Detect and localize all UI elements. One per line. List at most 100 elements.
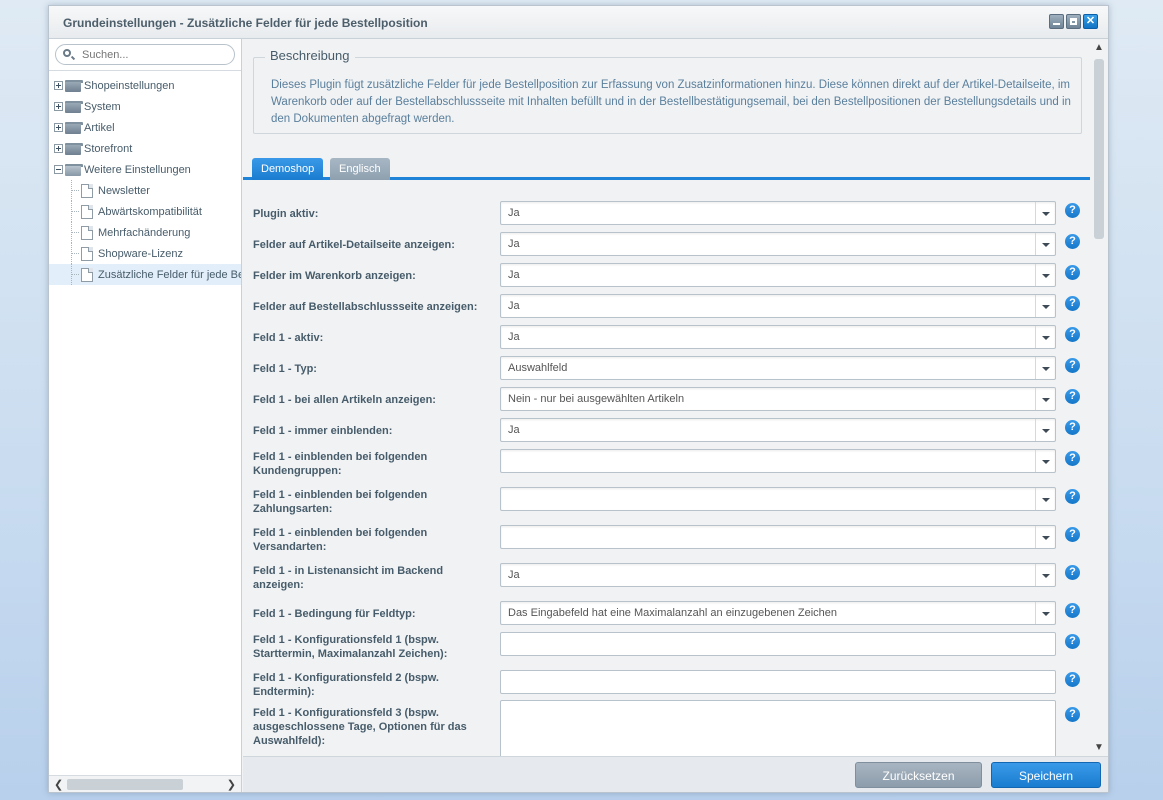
settings-window: Grundeinstellungen - Zusätzliche Felder … <box>48 5 1109 793</box>
textarea-input[interactable] <box>500 700 1056 756</box>
tree-item-label: Shopeinstellungen <box>84 79 175 92</box>
expand-icon[interactable] <box>54 102 63 111</box>
tree-item[interactable]: Newsletter <box>49 180 241 201</box>
sidebar-horizontal-scrollbar[interactable]: ❮ ❯ <box>49 775 241 792</box>
chevron-down-icon <box>1042 574 1050 578</box>
scroll-thumb[interactable] <box>67 779 183 790</box>
description-text: Dieses Plugin fügt zusätzliche Felder fü… <box>271 79 1071 125</box>
tree-item[interactable]: Zusätzliche Felder für jede Bestellposit… <box>49 264 241 285</box>
scroll-down-icon[interactable]: ▼ <box>1094 742 1104 753</box>
chevron-down-icon <box>1042 212 1050 216</box>
maximize-icon <box>1070 18 1077 25</box>
tab-demoshop[interactable]: Demoshop <box>252 158 324 180</box>
action-footer: Zurücksetzen Speichern <box>243 756 1108 792</box>
expand-icon[interactable] <box>54 123 63 132</box>
help-icon[interactable]: ? <box>1065 489 1080 504</box>
scroll-thumb[interactable] <box>1094 59 1104 239</box>
tree-item[interactable]: Abwärtskompatibilität <box>49 201 241 222</box>
dropdown-trigger[interactable] <box>1035 202 1055 224</box>
maximize-button[interactable] <box>1066 14 1081 29</box>
help-icon[interactable]: ? <box>1065 672 1080 687</box>
scroll-up-icon[interactable]: ▲ <box>1094 42 1104 53</box>
select-value: Ja <box>508 300 520 312</box>
search-input[interactable] <box>82 48 222 61</box>
chevron-down-icon <box>1042 498 1050 502</box>
text-input[interactable] <box>500 670 1056 694</box>
help-icon[interactable]: ? <box>1065 358 1080 373</box>
dropdown-trigger[interactable] <box>1035 233 1055 255</box>
help-icon[interactable]: ? <box>1065 603 1080 618</box>
select-value: Das Eingabefeld hat eine Maximalanzahl a… <box>508 607 838 619</box>
close-button[interactable]: ✕ <box>1083 14 1098 29</box>
save-button[interactable]: Speichern <box>991 762 1101 788</box>
tree-item[interactable]: Shopware-Lizenz <box>49 243 241 264</box>
select-field[interactable]: Ja <box>500 563 1056 587</box>
help-icon[interactable]: ? <box>1065 203 1080 218</box>
scroll-left-icon[interactable]: ❮ <box>54 778 63 791</box>
help-icon[interactable]: ? <box>1065 234 1080 249</box>
window-controls: ✕ <box>1049 14 1098 29</box>
help-icon[interactable]: ? <box>1065 565 1080 580</box>
tab-englisch[interactable]: Englisch <box>330 158 390 180</box>
main-panel: Beschreibung Dieses Plugin fügt zusätzli… <box>243 39 1108 792</box>
document-icon <box>81 246 93 261</box>
minimize-icon <box>1053 23 1060 25</box>
dropdown-trigger[interactable] <box>1035 388 1055 410</box>
select-field[interactable]: Ja <box>500 263 1056 287</box>
chevron-down-icon <box>1042 460 1050 464</box>
dropdown-trigger[interactable] <box>1035 357 1055 379</box>
tree-item[interactable]: Storefront <box>49 138 241 159</box>
field-label: Felder auf Artikel-Detailseite anzeigen: <box>253 239 455 251</box>
select-field[interactable]: Auswahlfeld <box>500 356 1056 380</box>
field-label: Feld 1 - Konfigurationsfeld 3 (bspw. aus… <box>253 707 467 747</box>
help-icon[interactable]: ? <box>1065 265 1080 280</box>
collapse-icon[interactable] <box>54 165 63 174</box>
select-field[interactable] <box>500 449 1056 473</box>
text-input[interactable] <box>500 632 1056 656</box>
select-field[interactable]: Ja <box>500 232 1056 256</box>
chevron-down-icon <box>1042 274 1050 278</box>
dropdown-trigger[interactable] <box>1035 264 1055 286</box>
select-field[interactable] <box>500 487 1056 511</box>
help-icon[interactable]: ? <box>1065 327 1080 342</box>
select-field[interactable]: Ja <box>500 201 1056 225</box>
dropdown-trigger[interactable] <box>1035 419 1055 441</box>
help-icon[interactable]: ? <box>1065 296 1080 311</box>
dropdown-trigger[interactable] <box>1035 602 1055 624</box>
expand-icon[interactable] <box>54 144 63 153</box>
help-icon[interactable]: ? <box>1065 634 1080 649</box>
dropdown-trigger[interactable] <box>1035 295 1055 317</box>
field-label: Feld 1 - einblenden bei folgenden Versan… <box>253 527 428 553</box>
main-content: Beschreibung Dieses Plugin fügt zusätzli… <box>243 39 1090 756</box>
select-field[interactable]: Ja <box>500 418 1056 442</box>
help-icon[interactable]: ? <box>1065 527 1080 542</box>
select-field[interactable]: Ja <box>500 325 1056 349</box>
select-field[interactable]: Ja <box>500 294 1056 318</box>
help-icon[interactable]: ? <box>1065 389 1080 404</box>
expand-icon[interactable] <box>54 81 63 90</box>
select-field[interactable]: Nein - nur bei ausgewählten Artikeln <box>500 387 1056 411</box>
scroll-right-icon[interactable]: ❯ <box>227 778 236 791</box>
document-icon <box>81 225 93 240</box>
tree-item[interactable]: Weitere Einstellungen <box>49 159 241 180</box>
dropdown-trigger[interactable] <box>1035 564 1055 586</box>
select-field[interactable]: Das Eingabefeld hat eine Maximalanzahl a… <box>500 601 1056 625</box>
tree-item[interactable]: Mehrfachänderung <box>49 222 241 243</box>
dropdown-trigger[interactable] <box>1035 526 1055 548</box>
window-titlebar[interactable]: Grundeinstellungen - Zusätzliche Felder … <box>49 6 1108 39</box>
tree-item[interactable]: Artikel <box>49 117 241 138</box>
select-field[interactable] <box>500 525 1056 549</box>
folder-icon <box>65 100 83 113</box>
chevron-down-icon <box>1042 429 1050 433</box>
dropdown-trigger[interactable] <box>1035 450 1055 472</box>
tree-item[interactable]: Shopeinstellungen <box>49 75 241 96</box>
minimize-button[interactable] <box>1049 14 1064 29</box>
help-icon[interactable]: ? <box>1065 420 1080 435</box>
main-vertical-scrollbar[interactable]: ▲ ▼ <box>1090 39 1108 756</box>
reset-button[interactable]: Zurücksetzen <box>855 762 982 788</box>
tree-item[interactable]: System <box>49 96 241 117</box>
dropdown-trigger[interactable] <box>1035 326 1055 348</box>
dropdown-trigger[interactable] <box>1035 488 1055 510</box>
help-icon[interactable]: ? <box>1065 707 1080 722</box>
help-icon[interactable]: ? <box>1065 451 1080 466</box>
